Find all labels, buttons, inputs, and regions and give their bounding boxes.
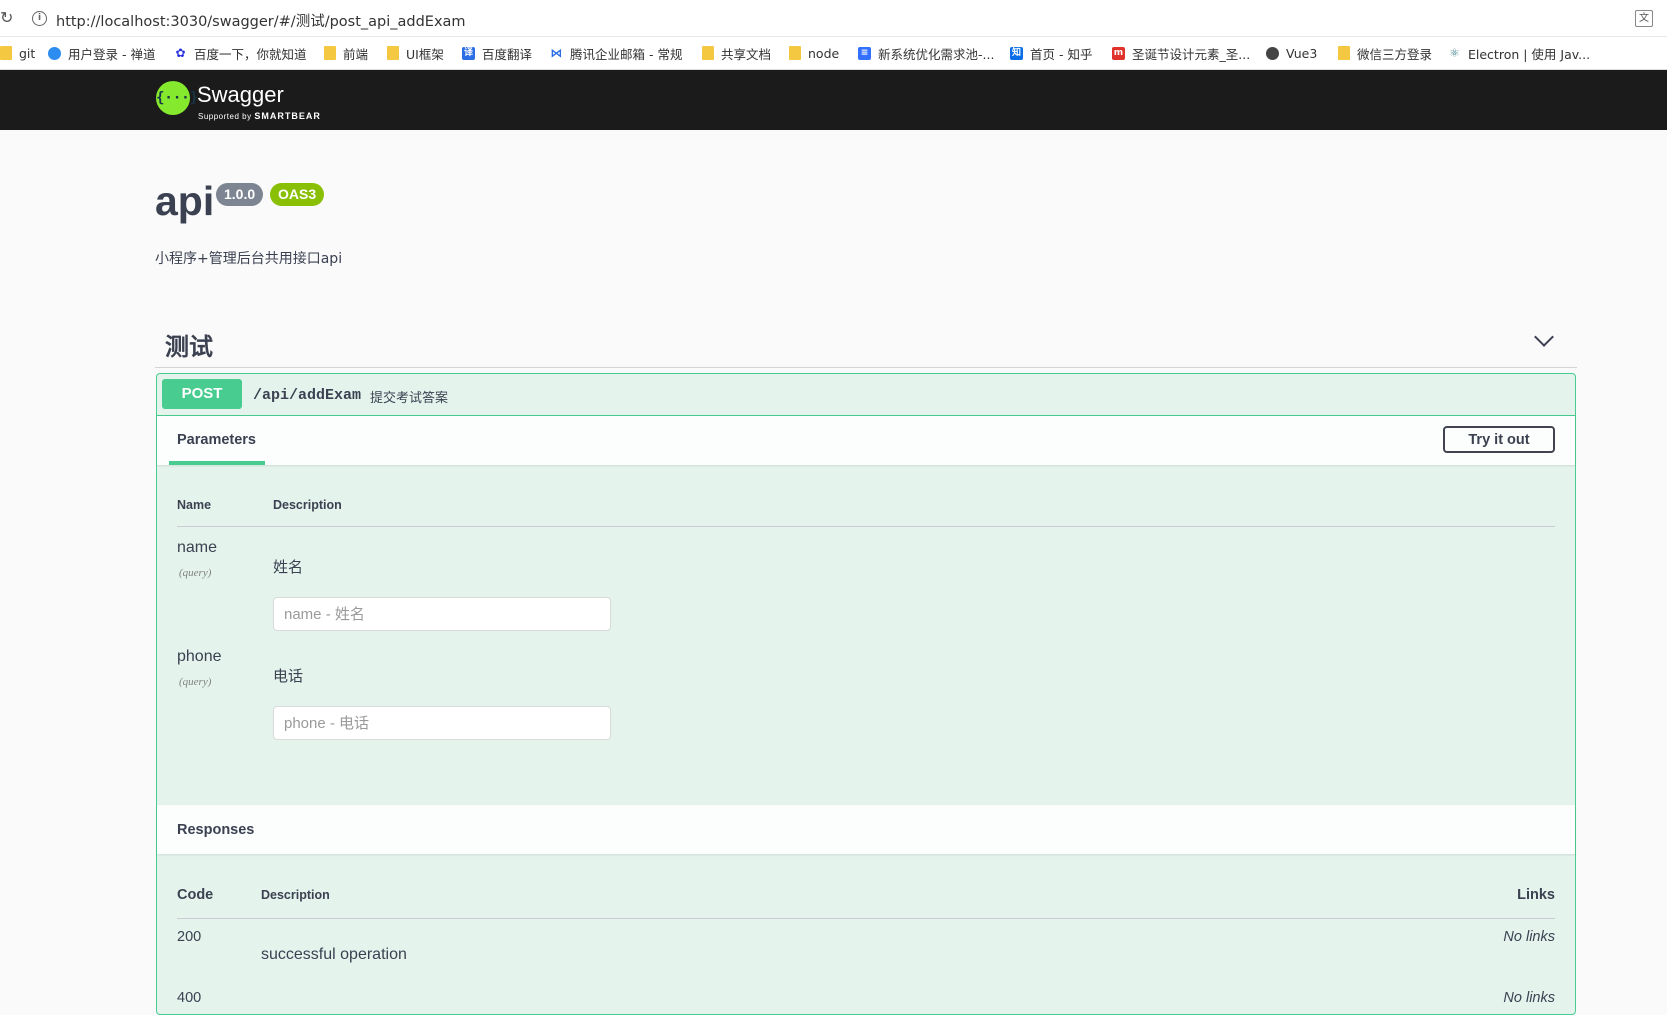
tab-active-indicator [169,461,265,465]
baidu-icon: ✿ [175,45,186,60]
bookmark-label: 共享文档 [721,46,772,62]
bookmark-item[interactable]: ⚛ Electron | 使用 Jav... [1448,43,1590,63]
response-code: 200 [177,929,202,945]
folder-icon [0,46,12,60]
bookmark-item[interactable]: 用户登录 - 禅道 [48,43,155,63]
zhihu-icon: 知 [1010,46,1023,60]
tag-section-header[interactable]: 测试 [155,322,1577,368]
operation-summary[interactable]: POST /api/addExam 提交考试答案 [157,374,1575,416]
bookmark-label: 前端 [343,46,369,62]
api-description: 小程序+管理后台共用接口api [155,251,343,267]
doc-icon: ≡ [858,46,871,60]
param-description: 电话 [273,667,304,685]
oas-badge: OAS3 [270,183,325,206]
tag-name: 测试 [165,333,213,361]
bookmark-item[interactable]: 共享文档 [702,43,771,63]
bookmark-label: 新系统优化需求池-... [878,46,995,62]
bookmark-item[interactable]: Vue3 [1266,43,1317,63]
bookmark-item[interactable]: 知 首页 - 知乎 [1010,43,1092,63]
divider [177,526,1555,527]
phone-input[interactable] [273,706,611,740]
bookmark-item[interactable]: git [0,43,35,63]
chevron-down-icon[interactable] [1534,327,1554,347]
swagger-logo-icon[interactable]: {···} [156,81,198,115]
param-location: (query) [179,567,212,579]
folder-icon [789,46,801,60]
folder-icon [387,46,399,60]
bookmark-label: UI框架 [406,46,444,62]
reload-icon[interactable]: ↻ [0,8,14,27]
bookmark-item[interactable]: 前端 [324,43,368,63]
bookmark-label: git [19,45,36,61]
folder-icon [324,46,336,60]
mail-icon: ⋈ [550,45,563,60]
swagger-logo-text[interactable]: Swagger [197,82,284,108]
bookmark-label: node [808,45,840,61]
bookmark-item[interactable]: m 圣诞节设计元素_圣... [1112,43,1250,63]
bookmarks-bar: git 用户登录 - 禅道 ✿ 百度一下，你就知道 前端 UI框架 译 百度翻译… [0,37,1667,70]
params-col-name: Name [177,498,212,512]
globe-icon [48,46,61,60]
bookmark-item[interactable]: UI框架 [387,43,444,63]
resp-col-links: Links [1517,887,1555,903]
bookmark-item[interactable]: node [789,43,839,63]
params-col-description: Description [273,498,342,512]
divider [177,918,1555,919]
operation-summary-text: 提交考试答案 [370,391,449,406]
name-input[interactable] [273,597,611,631]
bookmark-label: Electron | 使用 Jav... [1468,46,1591,62]
site-info-icon[interactable]: i [32,11,47,26]
bookmark-label: 百度一下，你就知道 [194,46,307,62]
operation-path: /api/addExam [253,387,362,404]
bookmark-item[interactable]: 微信三方登录 [1338,43,1432,63]
operation-block: POST /api/addExam 提交考试答案 Parameters Try … [156,373,1576,1015]
swagger-logo-subtitle: Supported by SMARTBEAR [198,111,321,121]
bookmark-label: 用户登录 - 禅道 [68,46,156,62]
response-description: successful operation [261,946,407,963]
bookmark-label: 微信三方登录 [1357,46,1433,62]
responses-title: Responses [177,822,255,838]
url-field[interactable]: http://localhost:3030/swagger/#/测试/post_… [56,10,466,31]
bookmark-item[interactable]: ≡ 新系统优化需求池-... [858,43,994,63]
globe-icon [1266,46,1279,60]
response-links: No links [1503,990,1555,1006]
folder-icon [1338,46,1350,60]
param-description: 姓名 [273,558,304,576]
param-name: phone [177,648,222,665]
electron-icon: ⚛ [1449,45,1460,60]
resp-col-code: Code [177,887,214,903]
bookmark-label: Vue3 [1286,45,1318,61]
logo-sub-prefix: Supported by [198,112,252,121]
bookmark-label: 百度翻译 [482,46,533,62]
response-links: No links [1503,929,1555,945]
bookmark-item[interactable]: ✿ 百度一下，你就知道 [174,43,307,63]
param-location: (query) [179,676,212,688]
bookmark-label: 腾讯企业邮箱 - 常规 [570,46,683,62]
try-it-out-button[interactable]: Try it out [1443,426,1555,453]
swagger-topbar: {···} Swagger Supported by SMARTBEAR [0,70,1667,130]
bookmark-label: 圣诞节设计元素_圣... [1132,46,1251,62]
resp-col-description: Description [261,888,330,902]
version-badge: 1.0.0 [216,183,264,206]
bookmark-item[interactable]: 译 百度翻译 [462,43,532,63]
folder-icon [702,46,714,60]
bookmark-item[interactable]: ⋈ 腾讯企业邮箱 - 常规 [550,43,683,63]
parameters-header: Parameters Try it out [157,416,1575,465]
logo-sub-brand: SMARTBEAR [254,111,321,121]
address-bar: ↻ i http://localhost:3030/swagger/#/测试/p… [0,0,1667,37]
tab-parameters[interactable]: Parameters [177,432,256,448]
response-code: 400 [177,990,202,1006]
method-badge: POST [162,379,242,409]
translate-icon[interactable]: 文 [1635,10,1653,27]
responses-header: Responses [157,805,1575,854]
translate-icon: 译 [462,46,475,60]
bookmark-label: 首页 - 知乎 [1030,46,1093,62]
design-icon: m [1112,46,1125,60]
api-title: api [155,178,215,224]
param-name: name [177,539,218,556]
